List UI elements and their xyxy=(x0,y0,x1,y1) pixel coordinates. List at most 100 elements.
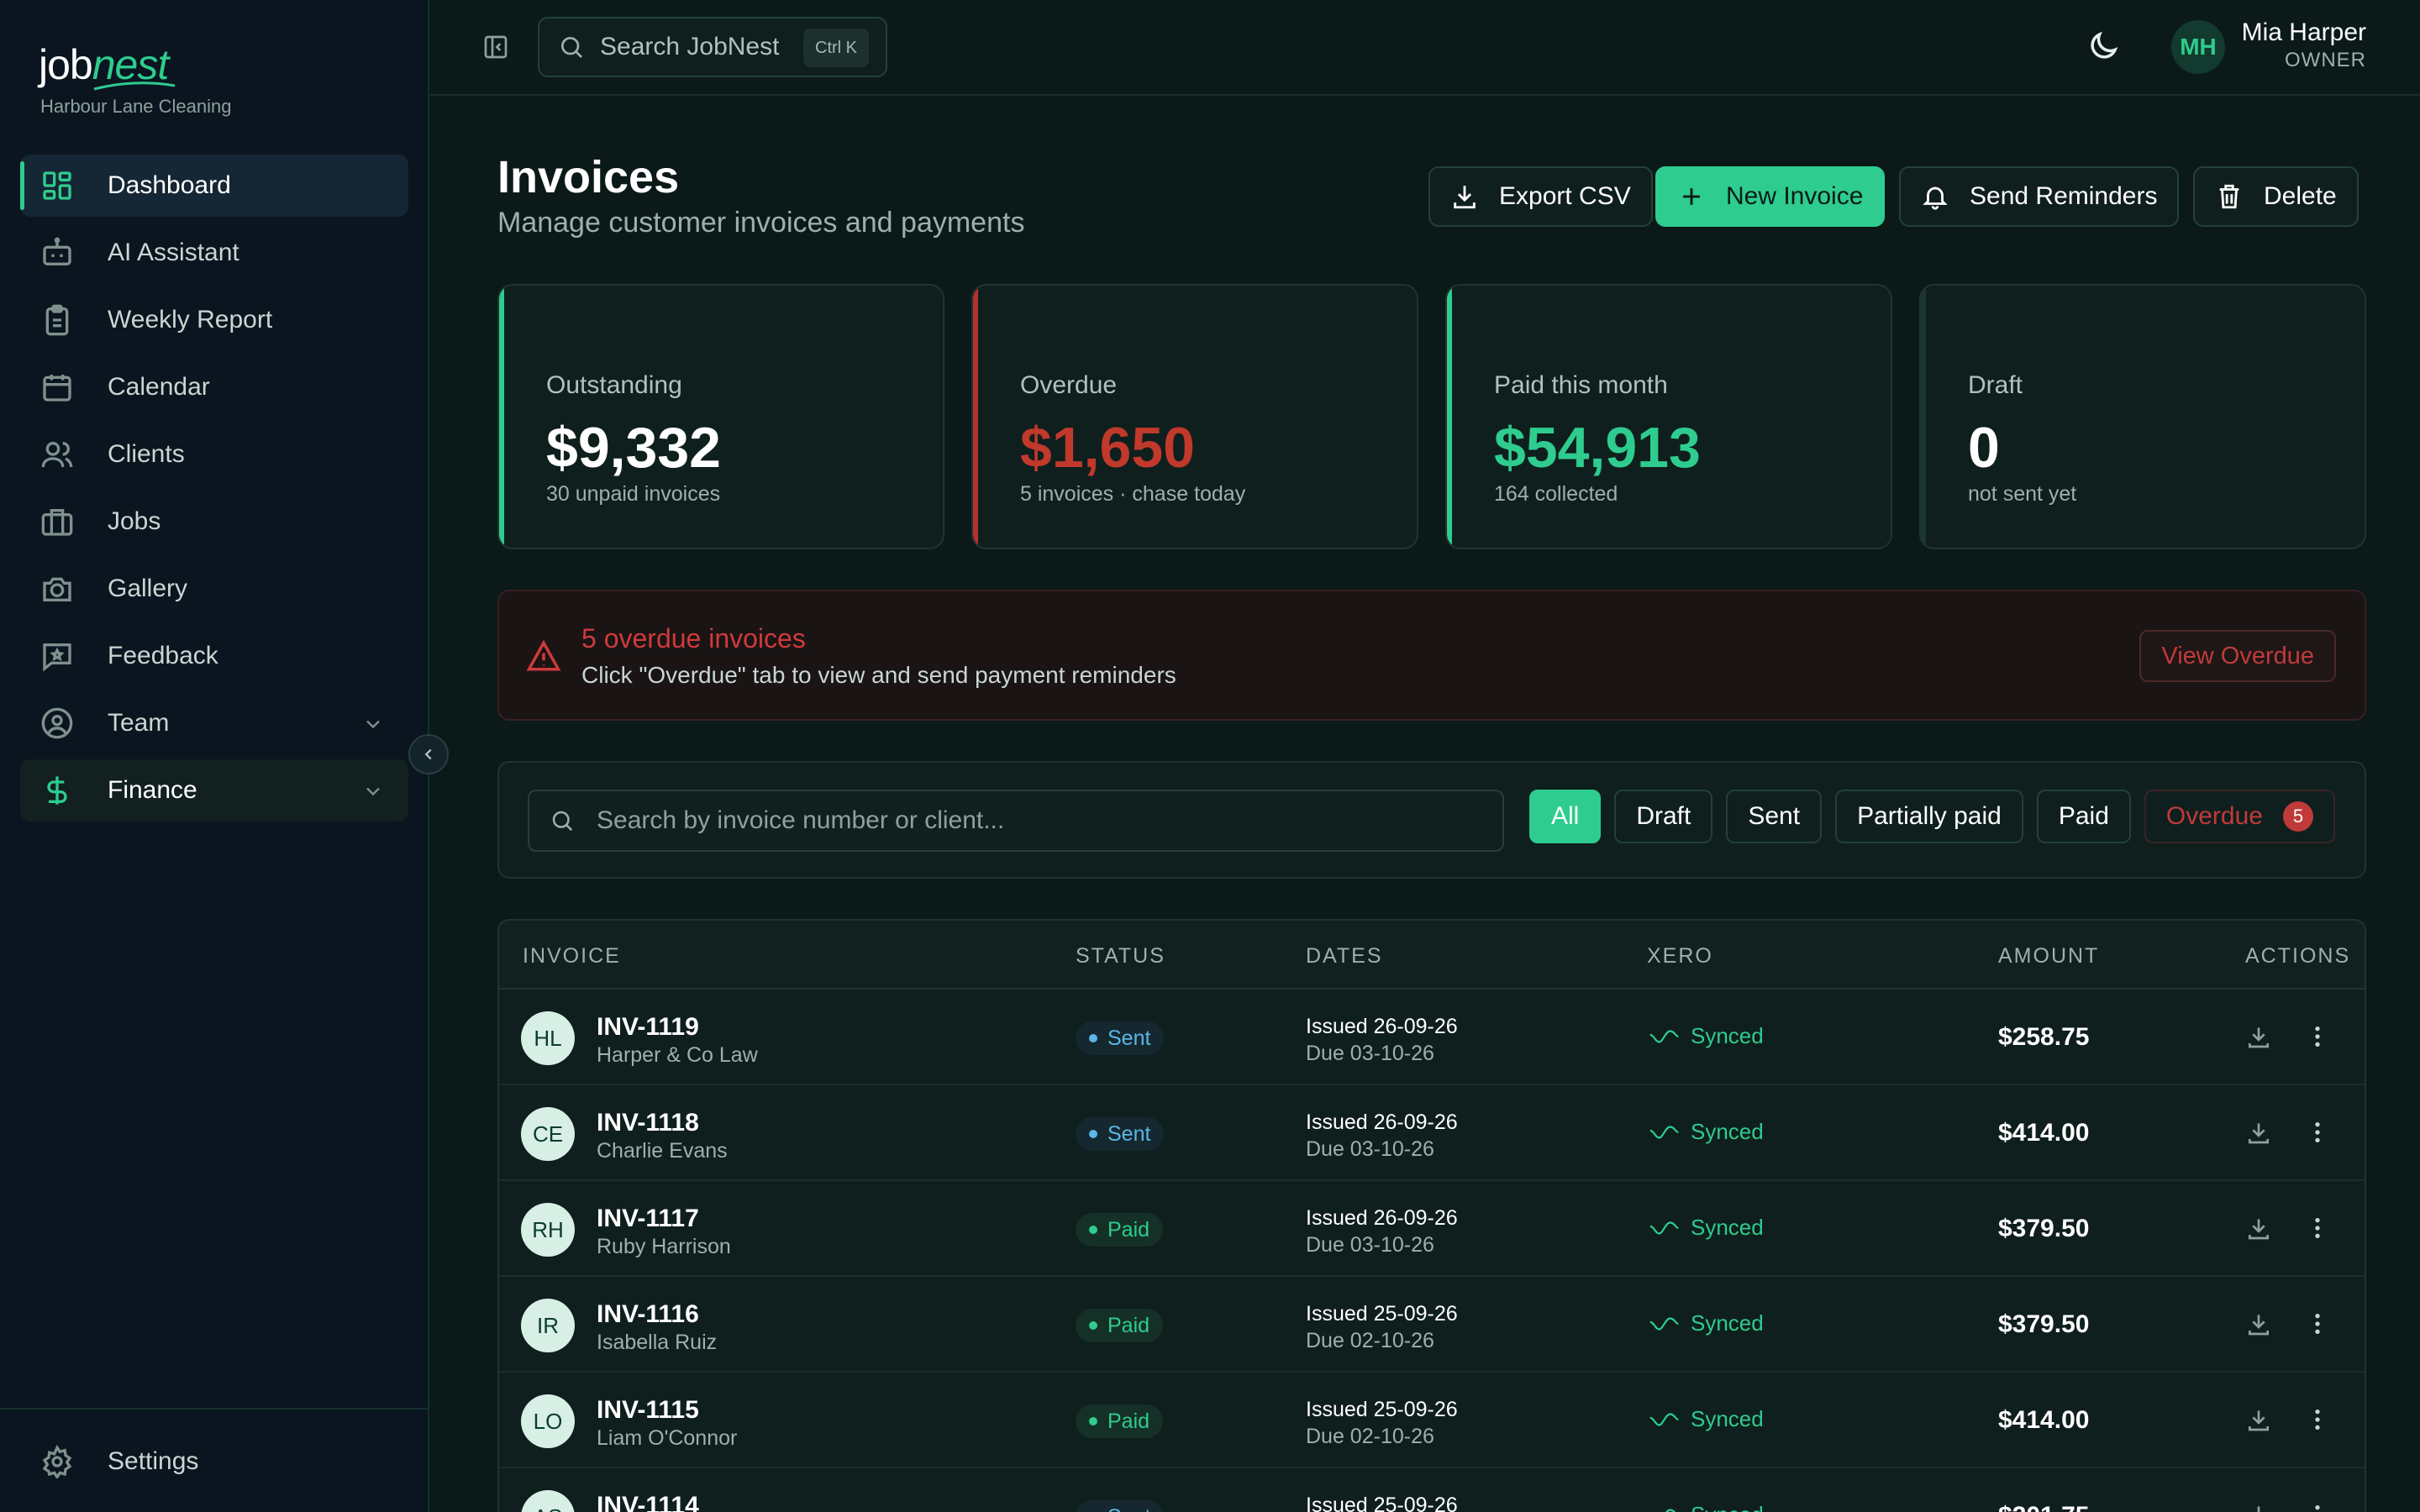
global-search-input[interactable] xyxy=(600,33,802,61)
invoice-amount: $379.50 xyxy=(1998,1310,2090,1338)
download-icon[interactable] xyxy=(2245,1310,2272,1337)
invoice-number[interactable]: INV-1117 xyxy=(597,1205,699,1233)
download-icon[interactable] xyxy=(2245,1502,2272,1512)
sidebar-item-settings[interactable]: Settings xyxy=(40,1445,198,1478)
settings-label: Settings xyxy=(108,1447,199,1475)
issued-date: Issued 26-09-26 xyxy=(1306,1015,1458,1038)
more-options-icon[interactable] xyxy=(2304,1310,2331,1337)
download-icon[interactable] xyxy=(2245,1406,2272,1433)
sidebar-item-calendar[interactable]: Calendar xyxy=(20,356,408,418)
chevron-down-icon xyxy=(366,787,380,796)
invoice-number[interactable]: INV-1119 xyxy=(597,1013,699,1042)
filter-tab-overdue[interactable]: Overdue 5 xyxy=(2144,790,2335,843)
status-label: Paid xyxy=(1107,1409,1150,1433)
more-options-icon[interactable] xyxy=(2304,1215,2331,1242)
topbar: Ctrl K MH Mia Harper OWNER xyxy=(430,0,2420,96)
more-options-icon[interactable] xyxy=(2304,1119,2331,1146)
status-badge: Sent xyxy=(1076,1021,1165,1055)
filter-panel: All Draft Sent Partially paid Paid Overd… xyxy=(497,761,2366,879)
table-header: INVOICE STATUS DATES XERO AMOUNT ACTIONS xyxy=(499,921,2365,990)
client-avatar: AS xyxy=(521,1490,575,1512)
xero-label: Synced xyxy=(1691,1023,1764,1048)
stat-value: $9,332 xyxy=(546,416,721,480)
filter-tab-paid[interactable]: Paid xyxy=(2036,790,2131,843)
new-invoice-button[interactable]: New Invoice xyxy=(1655,166,1886,227)
invoice-search[interactable] xyxy=(528,790,1504,852)
clipboard-icon xyxy=(45,304,69,336)
issued-date: Issued 25-09-26 xyxy=(1306,1398,1458,1421)
status-dot xyxy=(1089,1034,1097,1042)
more-options-icon[interactable] xyxy=(2304,1502,2331,1512)
status-badge: Paid xyxy=(1076,1213,1164,1247)
invoice-search-input[interactable] xyxy=(597,806,1437,835)
export-csv-button[interactable]: Export CSV xyxy=(1428,166,1653,227)
stat-accent-bar xyxy=(499,286,504,548)
client-avatar: CE xyxy=(521,1107,575,1161)
client-name: Harper & Co Law xyxy=(597,1043,758,1067)
sidebar-item-gallery[interactable]: Gallery xyxy=(20,558,408,620)
stat-card-overdue: Overdue $1,650 5 invoices · chase today xyxy=(971,284,1418,549)
sidebar-item-feedback[interactable]: Feedback xyxy=(20,625,408,687)
page-subtitle: Manage customer invoices and payments xyxy=(497,207,1025,239)
column-header-dates: DATES xyxy=(1306,944,1383,968)
sidebar-item-clients[interactable]: Clients xyxy=(20,423,408,486)
sidebar-item-weekly-report[interactable]: Weekly Report xyxy=(20,289,408,351)
delete-button[interactable]: Delete xyxy=(2193,166,2359,227)
stat-value: 0 xyxy=(1968,416,2000,480)
sidebar-item-ai-assistant[interactable]: AI Assistant xyxy=(20,222,408,284)
client-avatar: RH xyxy=(521,1203,575,1257)
users-icon xyxy=(41,442,73,468)
table-row[interactable]: IR INV-1116 Isabella Ruiz Paid Issued 25… xyxy=(499,1277,2365,1373)
more-options-icon[interactable] xyxy=(2304,1406,2331,1433)
status-label: Sent xyxy=(1107,1505,1150,1512)
column-header-xero: XERO xyxy=(1647,944,1713,968)
warning-icon xyxy=(526,639,561,671)
xero-label: Synced xyxy=(1691,1310,1764,1336)
collapse-sidebar-button[interactable] xyxy=(408,734,449,774)
stat-label: Outstanding xyxy=(546,371,682,399)
global-search[interactable]: Ctrl K xyxy=(538,17,887,77)
filter-tab-partially-paid[interactable]: Partially paid xyxy=(1835,790,2023,843)
moon-icon[interactable] xyxy=(2086,29,2121,64)
column-header-status: STATUS xyxy=(1076,944,1165,968)
xero-label: Synced xyxy=(1691,1119,1764,1144)
due-date: Due 02-10-26 xyxy=(1306,1425,1434,1448)
user-avatar[interactable]: MH xyxy=(2171,20,2225,74)
table-row[interactable]: RH INV-1117 Ruby Harrison Paid Issued 26… xyxy=(499,1181,2365,1277)
alert-title: 5 overdue invoices xyxy=(581,623,806,654)
table-row[interactable]: HL INV-1119 Harper & Co Law Sent Issued … xyxy=(499,990,2365,1085)
filter-tab-draft[interactable]: Draft xyxy=(1614,790,1713,843)
filter-tab-all[interactable]: All xyxy=(1529,790,1602,843)
invoice-number[interactable]: INV-1116 xyxy=(597,1300,699,1329)
invoice-number[interactable]: INV-1115 xyxy=(597,1396,699,1425)
search-icon xyxy=(552,811,573,832)
status-label: Sent xyxy=(1107,1121,1151,1146)
sidebar-nav: Dashboard AI Assistant Weekly Report Cal… xyxy=(20,155,408,827)
stat-accent-bar xyxy=(1447,286,1452,548)
view-overdue-button[interactable]: View Overdue xyxy=(2139,630,2336,682)
invoice-number[interactable]: INV-1118 xyxy=(597,1109,699,1137)
client-name: Isabella Ruiz xyxy=(597,1331,718,1354)
stat-sub: 30 unpaid invoices xyxy=(546,482,721,506)
xero-label: Synced xyxy=(1691,1406,1764,1431)
download-icon[interactable] xyxy=(2245,1119,2272,1146)
table-row[interactable]: AS INV-1114 Sent Issued 25-09-26 Synced … xyxy=(499,1468,2365,1512)
sidebar-item-team[interactable]: Team xyxy=(20,692,408,754)
invoice-number[interactable]: INV-1114 xyxy=(597,1492,699,1512)
sidebar-toggle-icon[interactable] xyxy=(482,34,509,60)
send-reminders-button[interactable]: Send Reminders xyxy=(1899,166,2180,227)
filter-tab-sent[interactable]: Sent xyxy=(1726,790,1823,843)
sidebar-item-jobs[interactable]: Jobs xyxy=(20,491,408,553)
sidebar-item-dashboard[interactable]: Dashboard xyxy=(20,155,408,217)
download-icon[interactable] xyxy=(2245,1215,2272,1242)
download-icon[interactable] xyxy=(2245,1023,2272,1050)
invoice-table: INVOICE STATUS DATES XERO AMOUNT ACTIONS… xyxy=(497,919,2366,1512)
table-row[interactable]: LO INV-1115 Liam O'Connor Paid Issued 25… xyxy=(499,1373,2365,1468)
user-role: OWNER xyxy=(2285,49,2366,71)
table-row[interactable]: CE INV-1118 Charlie Evans Sent Issued 26… xyxy=(499,1085,2365,1181)
sidebar-item-finance[interactable]: Finance xyxy=(20,759,408,822)
status-dot xyxy=(1089,1321,1097,1330)
more-options-icon[interactable] xyxy=(2304,1023,2331,1050)
stat-card-outstanding: Outstanding $9,332 30 unpaid invoices xyxy=(497,284,944,549)
client-avatar: LO xyxy=(521,1394,575,1448)
